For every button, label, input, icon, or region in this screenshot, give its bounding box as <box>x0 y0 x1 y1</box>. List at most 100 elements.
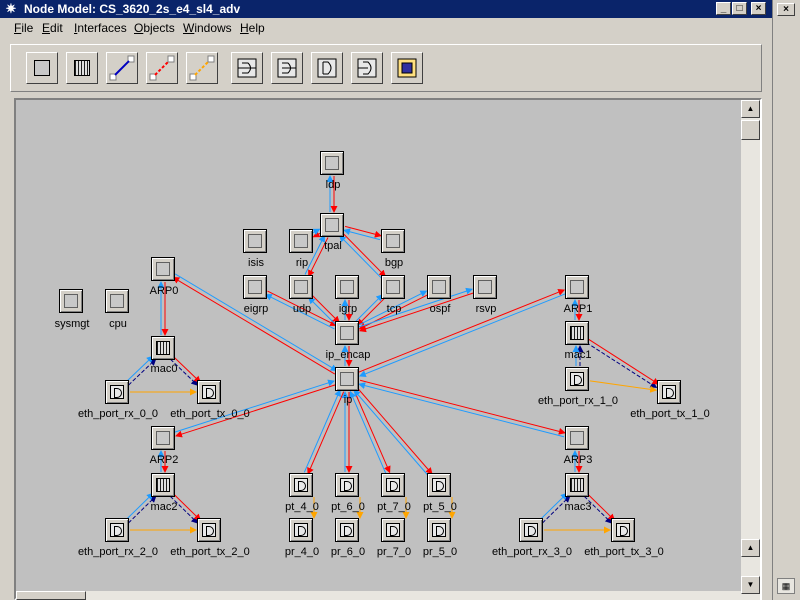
connection-line-30[interactable] <box>359 379 566 435</box>
app-star-icon[interactable]: ✷ <box>3 1 19 17</box>
pt-4-0-label: pt_4_0 <box>285 501 319 513</box>
size-grip-icon[interactable]: ▦ <box>777 578 795 594</box>
create-antenna-icon[interactable] <box>391 52 423 84</box>
create-bus-receiver-icon[interactable] <box>311 52 343 84</box>
arp3-node[interactable] <box>565 426 589 450</box>
connection-line-57[interactable] <box>589 380 658 393</box>
connection-line-32[interactable] <box>307 391 345 475</box>
mac0-node[interactable] <box>151 336 175 360</box>
create-point-to-point-transmitter-icon[interactable] <box>271 52 303 84</box>
scroll-up-small-icon[interactable]: ▲ <box>741 539 760 557</box>
isis-label: isis <box>248 257 264 269</box>
menu-edit[interactable]: Edit <box>42 21 63 35</box>
pr-5-0-node[interactable] <box>427 518 451 542</box>
pt-7-0-node[interactable] <box>381 473 405 497</box>
close-button[interactable]: × <box>751 2 766 15</box>
create-bus-transmitter-icon[interactable] <box>351 52 383 84</box>
arp2-node[interactable] <box>151 426 175 450</box>
tpal-label: tpal <box>324 240 342 252</box>
isis-node[interactable] <box>243 229 267 253</box>
ip-encap-node[interactable] <box>335 321 359 345</box>
pr-4-0-node[interactable] <box>289 518 313 542</box>
background-window-edge: × ▦ <box>772 0 800 600</box>
mac3-node[interactable] <box>565 473 589 497</box>
connection-line-54[interactable] <box>586 342 658 389</box>
toolbar <box>10 44 762 92</box>
pt-4-0-node[interactable] <box>289 473 313 497</box>
create-queue-icon[interactable] <box>66 52 98 84</box>
sysmgt-node[interactable] <box>59 289 83 313</box>
rip-node[interactable] <box>289 229 313 253</box>
connection-line-56[interactable] <box>588 338 660 385</box>
cpu-node[interactable] <box>105 289 129 313</box>
scroll-thumb[interactable] <box>741 120 760 140</box>
create-processor-icon[interactable] <box>26 52 58 84</box>
mac2-node[interactable] <box>151 473 175 497</box>
pr-6-0-node[interactable] <box>335 518 359 542</box>
tcp-node[interactable] <box>381 275 405 299</box>
connection-line-33[interactable] <box>303 389 341 473</box>
menu-windows[interactable]: Windows <box>183 21 232 35</box>
node-model-canvas[interactable]: ldp tpal isis rip bgp eigrp udp igrp tcp… <box>16 100 741 600</box>
menu-interfaces[interactable]: Interfaces <box>74 21 127 35</box>
pt-5-0-node[interactable] <box>427 473 451 497</box>
pt-6-0-label: pt_6_0 <box>331 501 365 513</box>
minimize-button[interactable]: _ <box>716 2 731 15</box>
title-bar[interactable]: ✷ Node Model: CS_3620_2s_e4_sl4_adv _ □ … <box>0 0 772 18</box>
connection-line-37[interactable] <box>349 390 387 475</box>
close-icon[interactable]: × <box>777 3 795 16</box>
eth-port-rx-1-0-label: eth_port_rx_1_0 <box>537 395 619 407</box>
connection-line-20[interactable] <box>359 292 474 333</box>
connection-line-9[interactable] <box>338 234 383 280</box>
scroll-up-icon[interactable]: ▲ <box>741 100 760 118</box>
eth-port-tx-0-0-node[interactable] <box>197 380 221 404</box>
create-statwire-icon[interactable] <box>146 52 178 84</box>
eth-port-tx-3-0-node[interactable] <box>611 518 635 542</box>
ospf-node[interactable] <box>427 275 451 299</box>
rsvp-node[interactable] <box>473 275 497 299</box>
tcp-label: tcp <box>386 303 402 315</box>
menu-help[interactable]: Help <box>240 21 265 35</box>
tpal-node[interactable] <box>320 213 344 237</box>
vertical-scrollbar[interactable]: ▲ ▲ ▼ <box>741 100 760 600</box>
scroll-down-icon[interactable]: ▼ <box>741 576 760 594</box>
mac1-node[interactable] <box>565 321 589 345</box>
connection-line-13[interactable] <box>308 296 337 326</box>
connection-line-31[interactable] <box>358 382 565 438</box>
igrp-node[interactable] <box>335 275 359 299</box>
arp0-node[interactable] <box>151 257 175 281</box>
udp-node[interactable] <box>289 275 313 299</box>
menu-file[interactable]: File <box>14 21 33 35</box>
create-packet-stream-icon[interactable] <box>106 52 138 84</box>
connection-line-60[interactable] <box>125 492 154 521</box>
pr-7-0-node[interactable] <box>381 518 405 542</box>
eth-port-rx-0-0-node[interactable] <box>105 380 129 404</box>
connection-line-39[interactable] <box>353 389 430 477</box>
ldp-node[interactable] <box>320 151 344 175</box>
connection-line-36[interactable] <box>353 389 391 474</box>
eth-port-tx-2-0-node[interactable] <box>197 518 221 542</box>
arp1-node[interactable] <box>565 275 589 299</box>
eth-port-rx-2-0-node[interactable] <box>105 518 129 542</box>
bgp-node[interactable] <box>381 229 405 253</box>
connection-line-4[interactable] <box>344 225 382 238</box>
connection-line-50[interactable] <box>125 355 154 383</box>
horizontal-scrollbar[interactable] <box>16 591 741 600</box>
pt-6-0-node[interactable] <box>335 473 359 497</box>
maximize-button[interactable]: □ <box>732 2 747 15</box>
eth-port-rx-3-0-node[interactable] <box>519 518 543 542</box>
ip-node[interactable] <box>335 367 359 391</box>
eigrp-node[interactable] <box>243 275 267 299</box>
pt-5-0-label: pt_5_0 <box>423 501 457 513</box>
menu-objects[interactable]: Objects <box>134 21 175 35</box>
create-logical-association-icon[interactable] <box>186 52 218 84</box>
arp1-label: ARP1 <box>563 303 593 315</box>
eth-port-rx-1-0-node[interactable] <box>565 367 589 391</box>
connection-line-21[interactable] <box>358 287 473 328</box>
connection-line-5[interactable] <box>343 228 381 241</box>
hscroll-thumb[interactable] <box>16 591 86 600</box>
connection-line-65[interactable] <box>539 492 568 521</box>
create-point-to-point-receiver-icon[interactable] <box>231 52 263 84</box>
connection-line-16[interactable] <box>356 297 386 326</box>
eth-port-tx-1-0-node[interactable] <box>657 380 681 404</box>
